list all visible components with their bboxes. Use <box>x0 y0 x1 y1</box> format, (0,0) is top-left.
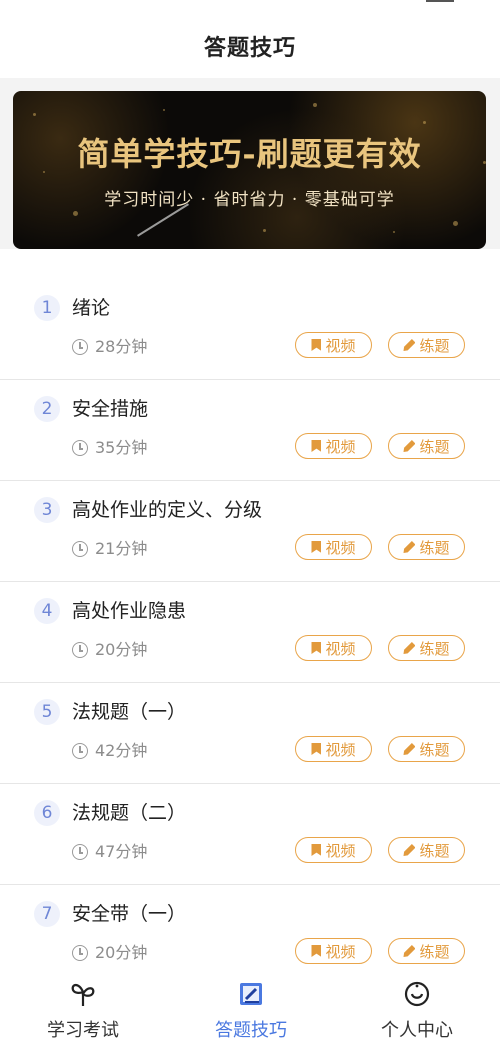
practice-button-label: 练题 <box>419 942 450 961</box>
lesson-number-badge: 3 <box>34 497 60 523</box>
tab-personal-center[interactable]: 个人中心 <box>347 978 487 1042</box>
clock-icon <box>72 339 88 355</box>
video-button-label: 视频 <box>325 942 356 961</box>
tab-label: 学习考试 <box>47 1020 119 1041</box>
pencil-icon <box>403 945 416 957</box>
video-button-label: 视频 <box>325 740 356 759</box>
lesson-number-badge: 2 <box>34 396 60 422</box>
pencil-icon <box>403 339 416 351</box>
banner-subline: 学习时间少 · 省时省力 · 零基础可学 <box>104 190 395 210</box>
lesson-title: 安全措施 <box>72 398 149 420</box>
pencil-icon <box>403 743 416 755</box>
banner-headline: 简单学技巧-刷题更有效 <box>77 135 422 173</box>
practice-button[interactable]: 练题 <box>388 534 465 560</box>
lesson-duration: 35分钟 <box>95 438 148 457</box>
lesson-title: 高处作业的定义、分级 <box>72 499 263 521</box>
lesson-number-badge: 7 <box>34 901 60 927</box>
sprout-icon <box>13 978 153 1010</box>
video-button[interactable]: 视频 <box>295 736 372 762</box>
pencil-icon <box>403 844 416 856</box>
video-button[interactable]: 视频 <box>295 433 372 459</box>
lesson-title: 绪论 <box>72 297 111 319</box>
lesson-number-badge: 4 <box>34 598 60 624</box>
tab-label: 个人中心 <box>381 1020 453 1041</box>
banner-area: 简单学技巧-刷题更有效 学习时间少 · 省时省力 · 零基础可学 <box>0 78 500 249</box>
lesson-number-badge: 1 <box>34 295 60 321</box>
clock-icon <box>72 541 88 557</box>
practice-button[interactable]: 练题 <box>388 938 465 964</box>
video-button-label: 视频 <box>325 841 356 860</box>
tab-label: 答题技巧 <box>215 1020 287 1041</box>
bookmark-icon <box>311 541 322 553</box>
lesson-number-badge: 5 <box>34 699 60 725</box>
video-button[interactable]: 视频 <box>295 837 372 863</box>
lesson-number-badge: 6 <box>34 800 60 826</box>
pencil-icon <box>403 440 416 452</box>
lesson-title: 法规题（二） <box>72 802 187 824</box>
lesson-duration: 21分钟 <box>95 539 148 558</box>
top-bar: 答题技巧 <box>0 0 500 78</box>
practice-button[interactable]: 练题 <box>388 332 465 358</box>
status-bar-indicator <box>426 0 454 2</box>
video-button-label: 视频 <box>325 336 356 355</box>
video-button-label: 视频 <box>325 538 356 557</box>
lesson-duration: 28分钟 <box>95 337 148 356</box>
lesson-item[interactable]: 3 高处作业的定义、分级 21分钟 视频 练题 <box>0 481 500 582</box>
practice-button[interactable]: 练题 <box>388 635 465 661</box>
lesson-duration: 47分钟 <box>95 842 148 861</box>
bookmark-icon <box>311 339 322 351</box>
video-button[interactable]: 视频 <box>295 534 372 560</box>
bookmark-icon <box>311 440 322 452</box>
tab-study-exam[interactable]: 学习考试 <box>13 978 153 1042</box>
bookmark-icon <box>311 642 322 654</box>
lesson-title: 安全带（一） <box>72 903 187 925</box>
clock-icon <box>72 945 88 961</box>
practice-button-label: 练题 <box>419 639 450 658</box>
pencil-icon <box>403 541 416 553</box>
lesson-list: 1 绪论 28分钟 视频 练题 2 安全措施 35分钟 视频 练题 3 高处作业… <box>0 279 500 986</box>
lesson-item[interactable]: 6 法规题（二） 47分钟 视频 练题 <box>0 784 500 885</box>
practice-button-label: 练题 <box>419 538 450 557</box>
promo-banner[interactable]: 简单学技巧-刷题更有效 学习时间少 · 省时省力 · 零基础可学 <box>13 91 486 249</box>
edit-note-icon <box>181 978 321 1010</box>
practice-button-label: 练题 <box>419 336 450 355</box>
video-button-label: 视频 <box>325 639 356 658</box>
lesson-duration: 42分钟 <box>95 741 148 760</box>
lesson-duration: 20分钟 <box>95 943 148 962</box>
video-button[interactable]: 视频 <box>295 332 372 358</box>
tab-answer-tips[interactable]: 答题技巧 <box>181 978 321 1042</box>
practice-button-label: 练题 <box>419 740 450 759</box>
smile-icon <box>347 978 487 1010</box>
lesson-title: 法规题（一） <box>72 701 187 723</box>
video-button[interactable]: 视频 <box>295 635 372 661</box>
practice-button-label: 练题 <box>419 437 450 456</box>
clock-icon <box>72 642 88 658</box>
lesson-item[interactable]: 1 绪论 28分钟 视频 练题 <box>0 279 500 380</box>
lesson-item[interactable]: 5 法规题（一） 42分钟 视频 练题 <box>0 683 500 784</box>
bookmark-icon <box>311 844 322 856</box>
clock-icon <box>72 743 88 759</box>
lesson-item[interactable]: 2 安全措施 35分钟 视频 练题 <box>0 380 500 481</box>
clock-icon <box>72 440 88 456</box>
practice-button[interactable]: 练题 <box>388 433 465 459</box>
practice-button[interactable]: 练题 <box>388 837 465 863</box>
practice-button[interactable]: 练题 <box>388 736 465 762</box>
clock-icon <box>72 844 88 860</box>
bookmark-icon <box>311 945 322 957</box>
lesson-title: 高处作业隐患 <box>72 600 187 622</box>
bookmark-icon <box>311 743 322 755</box>
pencil-icon <box>403 642 416 654</box>
lesson-duration: 20分钟 <box>95 640 148 659</box>
lesson-item[interactable]: 4 高处作业隐患 20分钟 视频 练题 <box>0 582 500 683</box>
video-button[interactable]: 视频 <box>295 938 372 964</box>
video-button-label: 视频 <box>325 437 356 456</box>
practice-button-label: 练题 <box>419 841 450 860</box>
page-title: 答题技巧 <box>203 36 296 61</box>
bottom-tab-bar: 学习考试 答题技巧 个人中心 <box>0 970 500 1053</box>
